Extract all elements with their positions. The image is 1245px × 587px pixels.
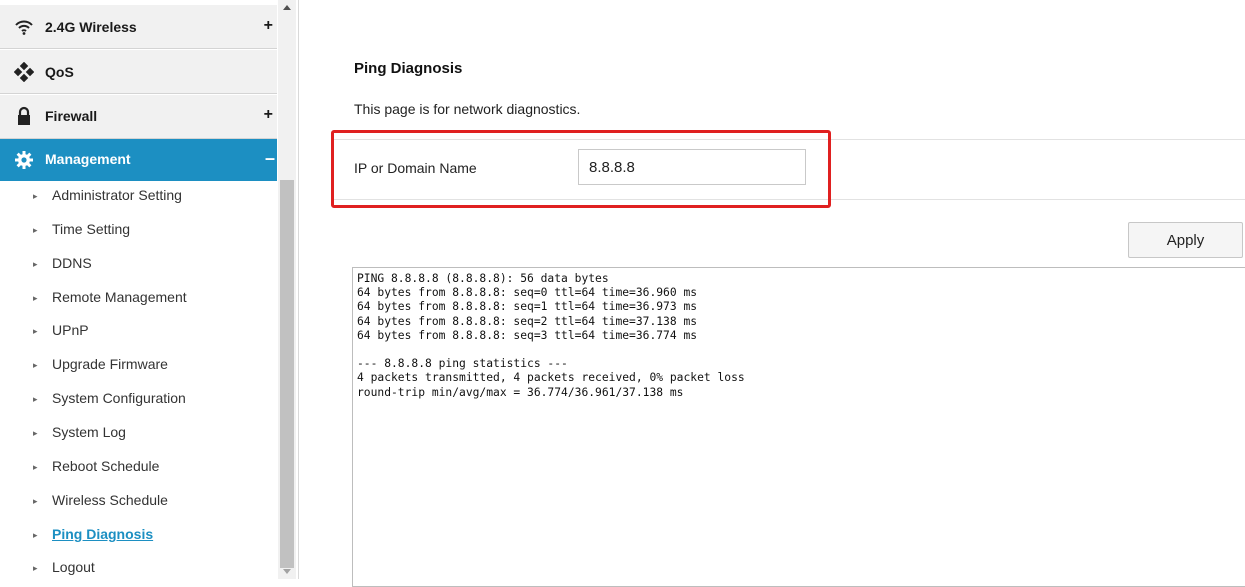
sidebar-item-label: Reboot Schedule xyxy=(52,458,160,474)
sidebar-item-label: Ping Diagnosis xyxy=(52,526,154,542)
sidebar-item-reboot-schedule[interactable]: ▸ Reboot Schedule xyxy=(0,450,277,484)
annotation-highlight-box xyxy=(331,130,831,208)
sidebar-item-upnp[interactable]: ▸ UPnP xyxy=(0,314,277,348)
sidebar-item-label: Administrator Setting xyxy=(52,187,182,203)
arrow-icon: ▸ xyxy=(33,462,38,472)
sidebar-item-label: DDNS xyxy=(52,255,92,271)
sidebar-item-administrator-setting[interactable]: ▸ Administrator Setting xyxy=(0,179,277,213)
sidebar-item-ddns[interactable]: ▸ DDNS xyxy=(0,247,277,281)
scroll-thumb[interactable] xyxy=(280,180,294,568)
arrow-icon: ▸ xyxy=(33,225,38,235)
scroll-up-arrow-icon[interactable] xyxy=(278,0,296,16)
sidebar-item-ping-diagnosis[interactable]: ▸ Ping Diagnosis xyxy=(0,518,277,552)
page-title: Ping Diagnosis xyxy=(354,60,463,77)
arrow-icon: ▸ xyxy=(33,293,38,303)
sidebar-item-label: Time Setting xyxy=(52,221,131,237)
expand-icon: + xyxy=(263,106,273,123)
wifi-icon xyxy=(14,17,34,37)
menu-firewall[interactable]: Firewall + xyxy=(0,95,277,139)
sidebar-item-label: Remote Management xyxy=(52,289,187,305)
collapse-icon: – xyxy=(264,148,275,168)
menu-management[interactable]: Management – xyxy=(0,139,277,181)
sidebar-item-label: System Log xyxy=(52,424,126,440)
menu-qos[interactable]: QoS xyxy=(0,50,277,94)
menu-label: 2.4G Wireless xyxy=(45,19,137,35)
sidebar-item-system-configuration[interactable]: ▸ System Configuration xyxy=(0,382,277,416)
menu-label: QoS xyxy=(45,64,74,80)
sidebar-item-time-setting[interactable]: ▸ Time Setting xyxy=(0,213,277,247)
menu-label: Firewall xyxy=(45,108,98,124)
gear-icon xyxy=(14,150,34,170)
expand-icon: + xyxy=(263,17,273,34)
sidebar-scrollbar[interactable] xyxy=(278,0,296,579)
arrow-icon: ▸ xyxy=(33,563,38,573)
sidebar-item-remote-management[interactable]: ▸ Remote Management xyxy=(0,281,277,315)
main-content: Ping Diagnosis This page is for network … xyxy=(299,0,1245,587)
qos-icon xyxy=(13,61,35,83)
sidebar-item-wireless-schedule[interactable]: ▸ Wireless Schedule xyxy=(0,484,277,518)
page-description: This page is for network diagnostics. xyxy=(354,101,581,117)
sidebar-item-upgrade-firmware[interactable]: ▸ Upgrade Firmware xyxy=(0,348,277,382)
menu-label: Management xyxy=(45,151,131,167)
sidebar-item-label: Wireless Schedule xyxy=(52,492,168,508)
arrow-icon: ▸ xyxy=(33,326,38,336)
menu-2-4g-wireless[interactable]: 2.4G Wireless + xyxy=(0,5,277,49)
arrow-icon: ▸ xyxy=(33,259,38,269)
sidebar-item-logout[interactable]: ▸ Logout xyxy=(0,551,277,579)
arrow-icon: ▸ xyxy=(33,360,38,370)
sidebar-item-label: Logout xyxy=(52,559,95,575)
sidebar-item-system-log[interactable]: ▸ System Log xyxy=(0,416,277,450)
apply-button[interactable]: Apply xyxy=(1128,222,1243,258)
arrow-icon: ▸ xyxy=(33,394,38,404)
scroll-down-arrow-icon[interactable] xyxy=(278,563,296,579)
ping-output-textarea[interactable]: PING 8.8.8.8 (8.8.8.8): 56 data bytes 64… xyxy=(352,267,1245,587)
sidebar: 2.4G Wireless + QoS Firewall + Managemen… xyxy=(0,0,299,579)
sidebar-item-label: UPnP xyxy=(52,322,89,338)
lock-icon xyxy=(14,106,34,126)
arrow-icon: ▸ xyxy=(33,496,38,506)
arrow-icon: ▸ xyxy=(33,428,38,438)
arrow-icon: ▸ xyxy=(33,530,38,540)
sidebar-item-label: System Configuration xyxy=(52,390,186,406)
sidebar-item-label: Upgrade Firmware xyxy=(52,356,168,372)
arrow-icon: ▸ xyxy=(33,191,38,201)
